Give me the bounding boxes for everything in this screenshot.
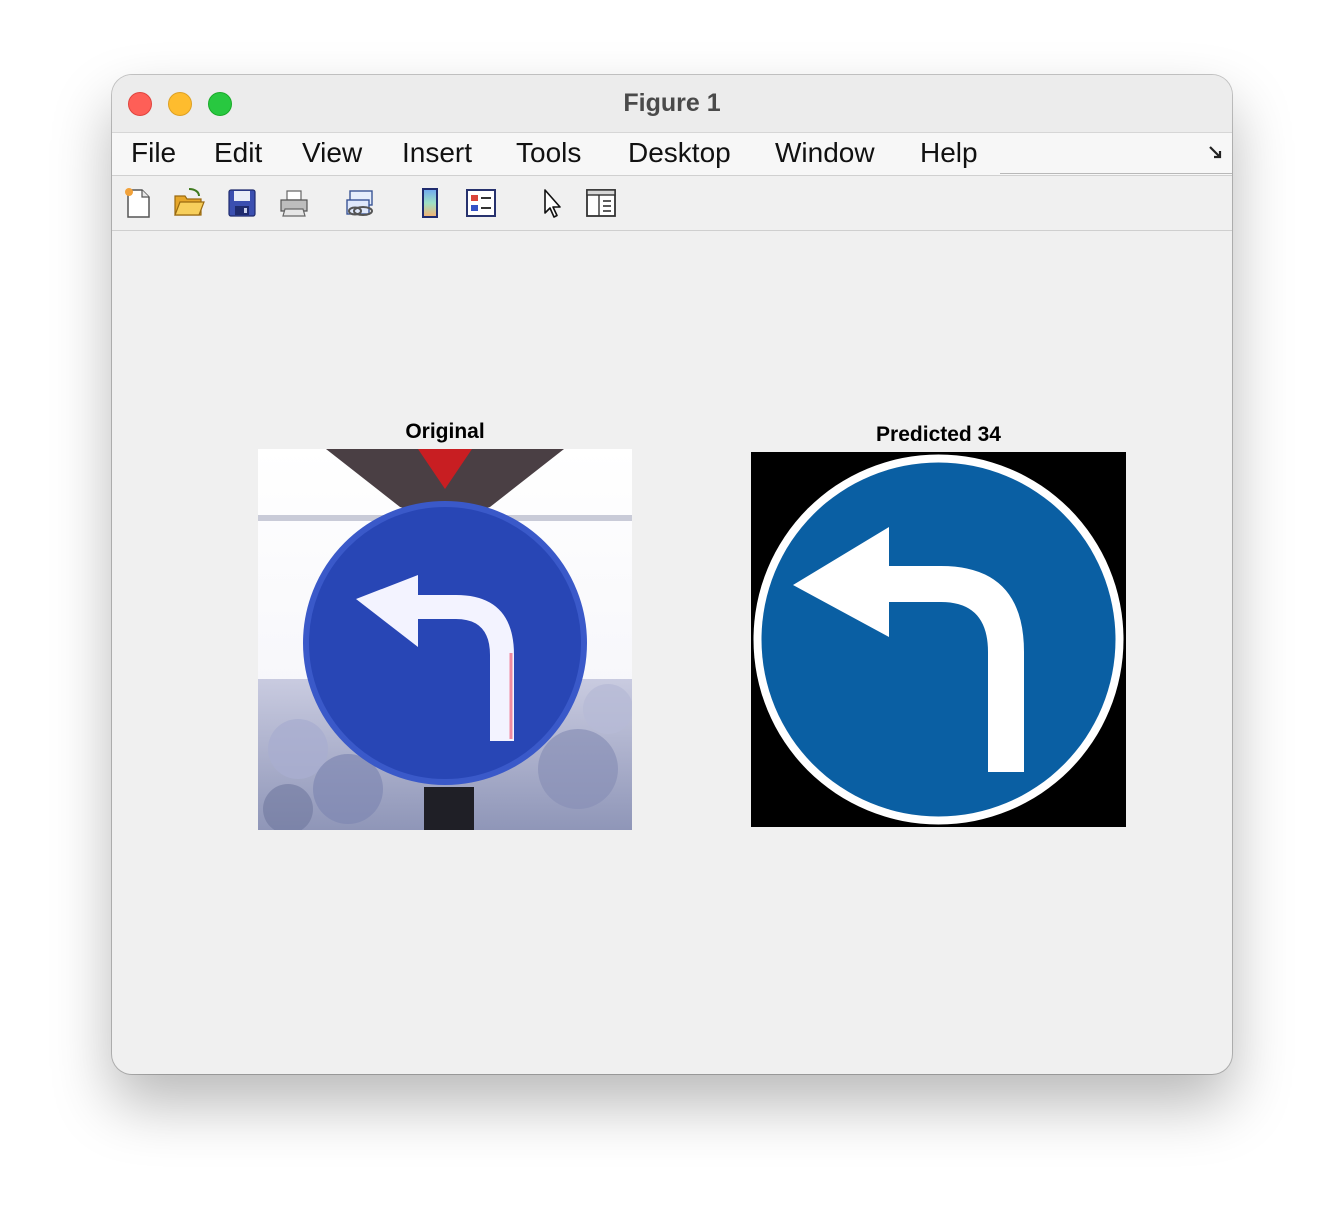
menu-help[interactable]: Help — [920, 137, 978, 169]
link-plot-icon[interactable] — [345, 187, 377, 219]
predicted-image[interactable] — [751, 452, 1126, 827]
menu-view[interactable]: View — [302, 137, 362, 169]
original-sign-photo — [258, 449, 632, 830]
menu-window[interactable]: Window — [775, 137, 875, 169]
menu-tools[interactable]: Tools — [516, 137, 581, 169]
window-title: Figure 1 — [623, 89, 721, 117]
open-file-icon[interactable] — [173, 187, 205, 219]
menu-divider — [1000, 173, 1232, 174]
dock-figure-icon[interactable] — [1208, 145, 1224, 161]
property-inspector-icon[interactable] — [585, 187, 617, 219]
predicted-axes-title: Predicted 34 — [876, 423, 1001, 446]
colorbar-icon[interactable] — [414, 187, 446, 219]
menu-bar: File Edit View Insert Tools Desktop Wind… — [112, 133, 1232, 176]
pointer-icon[interactable] — [536, 187, 568, 219]
figure-toolbar — [112, 176, 1232, 231]
original-image[interactable] — [258, 449, 632, 830]
menu-file[interactable]: File — [131, 137, 176, 169]
menu-desktop[interactable]: Desktop — [628, 137, 731, 169]
menu-edit[interactable]: Edit — [214, 137, 262, 169]
new-figure-icon[interactable] — [122, 187, 154, 219]
legend-icon[interactable] — [465, 187, 497, 219]
save-icon[interactable] — [226, 187, 258, 219]
original-axes-title: Original — [405, 420, 485, 443]
menu-insert[interactable]: Insert — [402, 137, 472, 169]
print-icon[interactable] — [278, 187, 310, 219]
figure-window: Figure 1 File Edit View Insert Tools Des… — [112, 75, 1232, 1074]
predicted-sign-graphic — [751, 452, 1126, 827]
title-bar[interactable]: Figure 1 — [112, 75, 1232, 133]
